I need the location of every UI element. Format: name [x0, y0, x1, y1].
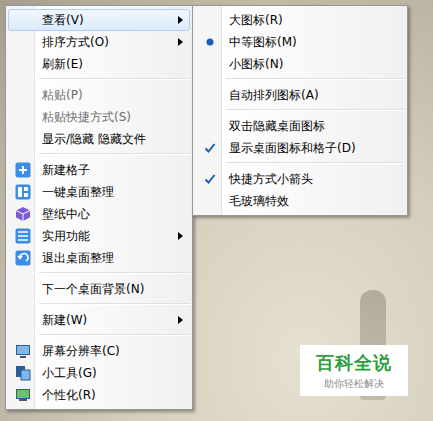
menu-icon-cell	[9, 228, 37, 244]
context-menu: 查看(V)排序方式(O)刷新(E) 粘贴(P)粘贴快捷方式(S)显示/隐藏 隐藏文…	[5, 5, 193, 410]
submenu-item[interactable]: 大图标(R)	[195, 9, 405, 31]
gadgets-icon	[15, 365, 31, 381]
menu-icon-cell	[9, 250, 37, 266]
submenu-item[interactable]: 双击隐藏桌面图标	[195, 115, 405, 137]
menu-item[interactable]: 新建格子	[8, 159, 190, 181]
menu-item[interactable]: 查看(V)	[8, 9, 190, 31]
submenu-arrow-icon	[178, 38, 183, 46]
mark-cell	[196, 38, 224, 46]
menu-separator	[226, 78, 405, 80]
menu-icon-cell	[9, 343, 37, 359]
utilities-icon	[15, 228, 31, 244]
check-icon	[204, 142, 216, 154]
submenu-arrow-icon	[178, 16, 183, 24]
submenu-arrow-icon	[178, 232, 183, 240]
submenu-item[interactable]: 自动排列图标(A)	[195, 84, 405, 106]
watermark: 百科全说助你轻松解决	[300, 345, 408, 396]
menu-item[interactable]: 屏幕分辨率(C)	[8, 340, 190, 362]
watermark-subtitle: 助你轻松解决	[324, 377, 384, 391]
menu-icon-cell	[9, 365, 37, 381]
menu-separator	[39, 153, 190, 155]
submenu-item[interactable]: 中等图标(M)	[195, 31, 405, 53]
mark-cell	[196, 142, 224, 154]
submenu-item[interactable]: 显示桌面图标和格子(D)	[195, 137, 405, 159]
organize-desktop-icon	[15, 184, 31, 200]
menu-separator	[226, 162, 405, 164]
personalize-icon	[15, 387, 31, 403]
menu-icon-cell	[9, 162, 37, 178]
menu-separator	[39, 303, 190, 305]
submenu-item[interactable]: 快捷方式小箭头	[195, 168, 405, 190]
submenu-item[interactable]: 毛玻璃特效	[195, 190, 405, 212]
menu-item[interactable]: 新建(W)	[8, 309, 190, 331]
menu-item[interactable]: 壁纸中心	[8, 203, 190, 225]
mark-cell	[196, 173, 224, 185]
menu-item[interactable]: 下一个桌面背景(N)	[8, 278, 190, 300]
menu-item[interactable]: 粘贴快捷方式(S)	[8, 106, 190, 128]
menu-item[interactable]: 小工具(G)	[8, 362, 190, 384]
menu-item[interactable]: 个性化(R)	[8, 384, 190, 406]
radio-bullet-icon	[206, 38, 214, 46]
menu-item[interactable]: 实用功能	[8, 225, 190, 247]
menu-item[interactable]: 一键桌面整理	[8, 181, 190, 203]
menu-separator	[39, 334, 190, 336]
menu-separator	[39, 78, 190, 80]
check-icon	[204, 173, 216, 185]
menu-item[interactable]: 粘贴(P)	[8, 84, 190, 106]
menu-separator	[226, 109, 405, 111]
submenu-arrow-icon	[178, 316, 183, 324]
wallpaper-center-icon	[15, 206, 31, 222]
desktop: 查看(V)排序方式(O)刷新(E) 粘贴(P)粘贴快捷方式(S)显示/隐藏 隐藏文…	[0, 0, 433, 421]
screen-resolution-icon	[15, 343, 31, 359]
exit-organize-icon	[15, 250, 31, 266]
menu-icon-cell	[9, 387, 37, 403]
view-submenu: 大图标(R)中等图标(M)小图标(N) 自动排列图标(A) 双击隐藏桌面图标显示桌面…	[192, 5, 408, 216]
menu-item[interactable]: 退出桌面整理	[8, 247, 190, 269]
menu-icon-cell	[9, 206, 37, 222]
watermark-title: 百科全说	[316, 351, 392, 375]
new-grid-icon	[15, 162, 31, 178]
menu-separator	[39, 272, 190, 274]
menu-item[interactable]: 排序方式(O)	[8, 31, 190, 53]
submenu-item[interactable]: 小图标(N)	[195, 53, 405, 75]
menu-item[interactable]: 刷新(E)	[8, 53, 190, 75]
menu-item[interactable]: 显示/隐藏 隐藏文件	[8, 128, 190, 150]
menu-icon-cell	[9, 184, 37, 200]
